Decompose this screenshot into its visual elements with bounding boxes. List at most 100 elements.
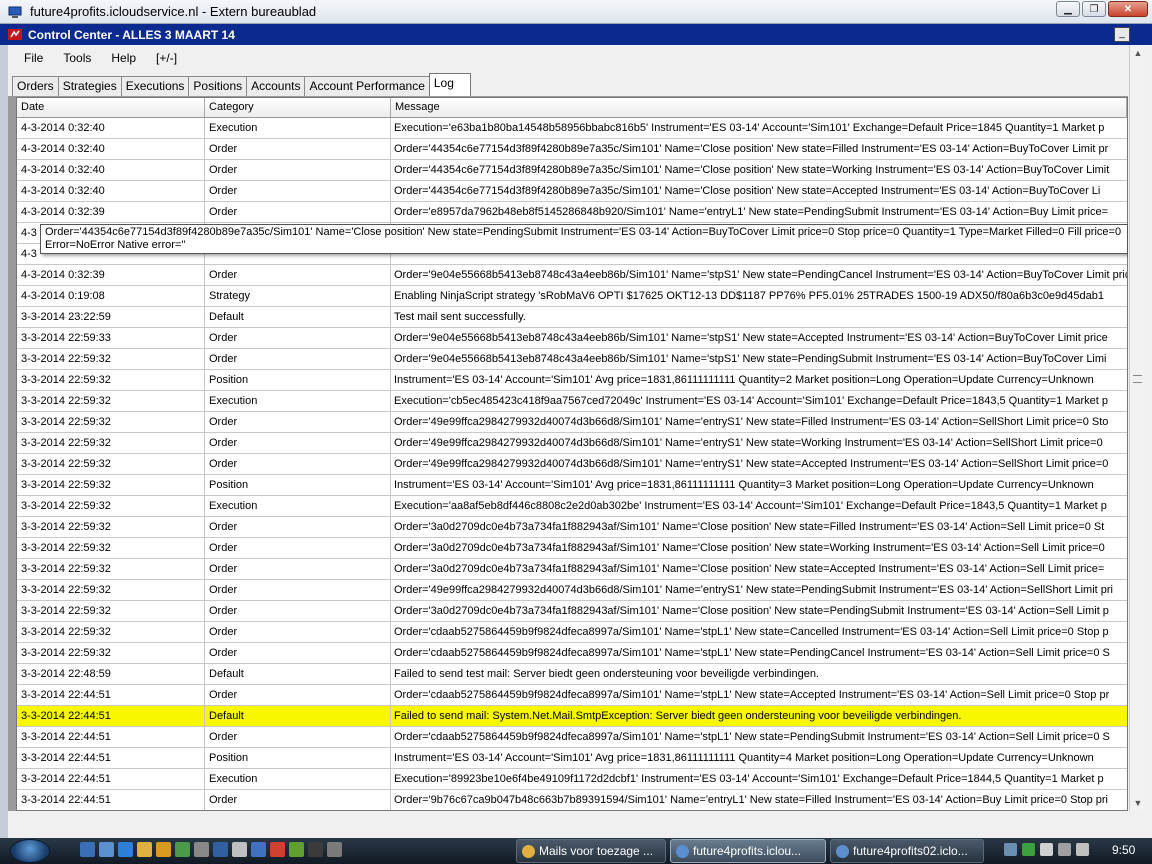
- volume-icon[interactable]: [1076, 843, 1089, 856]
- cell-category: Default: [205, 706, 391, 726]
- chart-icon[interactable]: [213, 842, 228, 857]
- media-icon[interactable]: [156, 842, 171, 857]
- table-row[interactable]: 3-3-2014 22:44:51 Execution Execution='899…: [17, 769, 1127, 790]
- table-row[interactable]: 3-3-2014 22:59:32 Order Order='9e04e55668b…: [17, 349, 1127, 370]
- scroll-grip-icon[interactable]: [1133, 375, 1142, 383]
- app5-icon[interactable]: [327, 842, 342, 857]
- cell-message: Order='9e04e55668b5413eb8748c43a4eeb86b/…: [394, 269, 1127, 281]
- cell-message: Order='49e99ffca2984279932d40074d3b66d8/…: [394, 437, 1103, 449]
- table-row[interactable]: 3-3-2014 22:59:32 Order Order='3a0d2709dc0…: [17, 538, 1127, 559]
- cell-message: Order='3a0d2709dc0e4b73a734fa1f882943af/…: [394, 521, 1105, 533]
- cell-date: 3-3-2014 22:59:32: [17, 391, 205, 411]
- table-row[interactable]: 3-3-2014 22:48:59 Default Failed to send t…: [17, 664, 1127, 685]
- table-row[interactable]: 3-3-2014 22:59:32 Position Instrument='ES …: [17, 370, 1127, 391]
- cell-message: Instrument='ES 03-14' Account='Sim101' A…: [394, 374, 1094, 386]
- table-row[interactable]: 3-3-2014 22:59:32 Order Order='49e99ffca29…: [17, 433, 1127, 454]
- cell-category: Order: [205, 202, 391, 222]
- remote-desktop-icon: [676, 845, 689, 858]
- window-left-border: [0, 24, 8, 838]
- cell-date: 3-3-2014 22:59:32: [17, 412, 205, 432]
- cell-message: Order='44354c6e77154d3f89f4280b89e7a35c/…: [394, 164, 1110, 176]
- table-row[interactable]: 3-3-2014 22:44:51 Position Instrument='ES …: [17, 748, 1127, 769]
- scroll-up-icon[interactable]: ▲: [1130, 45, 1146, 61]
- remote-desktop-icon[interactable]: [80, 842, 95, 857]
- table-row[interactable]: 3-3-2014 22:59:32 Order Order='3a0d2709dc0…: [17, 559, 1127, 580]
- table-row[interactable]: 3-3-2014 22:59:32 Order Order='cdaab527586…: [17, 643, 1127, 664]
- tab-account-performance[interactable]: Account Performance: [304, 76, 430, 96]
- tab-log[interactable]: Log: [428, 73, 471, 96]
- security-icon[interactable]: [1022, 843, 1035, 856]
- cell-date: 4-3-2014 0:32:39: [17, 202, 205, 222]
- table-row[interactable]: 3-3-2014 22:59:32 Order Order='49e99ffca29…: [17, 412, 1127, 433]
- taskbar-chrome-mail[interactable]: Mails voor toezage ...: [516, 839, 666, 863]
- start-button[interactable]: [10, 839, 50, 863]
- cell-category: Execution: [205, 496, 391, 516]
- cell-date: 3-3-2014 22:59:33: [17, 328, 205, 348]
- internet-explorer-icon[interactable]: [118, 842, 133, 857]
- minimize-button[interactable]: ▁: [1056, 1, 1080, 17]
- app2-icon[interactable]: [270, 842, 285, 857]
- table-row[interactable]: 3-3-2014 22:59:32 Execution Execution='aa8…: [17, 496, 1127, 517]
- usb-icon[interactable]: [1058, 843, 1071, 856]
- tab-positions[interactable]: Positions: [188, 76, 248, 96]
- taskbar-rdp-1[interactable]: future4profits.iclou...: [670, 839, 826, 863]
- column-header-category[interactable]: Category: [205, 98, 391, 117]
- menu-toggle[interactable]: [+/-]: [146, 51, 187, 65]
- maximize-button[interactable]: ❐: [1082, 1, 1106, 17]
- tool-icon[interactable]: [232, 842, 247, 857]
- show-desktop-icon[interactable]: [99, 842, 114, 857]
- table-row[interactable]: 3-3-2014 23:22:59 Default Test mail sent s…: [17, 307, 1127, 328]
- cell-date: 3-3-2014 22:59:32: [17, 475, 205, 495]
- scroll-down-icon[interactable]: ▼: [1130, 795, 1146, 811]
- tab-orders[interactable]: Orders: [12, 76, 59, 96]
- table-row[interactable]: 3-3-2014 22:44:51 Order Order='cdaab527586…: [17, 685, 1127, 706]
- table-row[interactable]: 3-3-2014 22:59:32 Order Order='3a0d2709dc0…: [17, 517, 1127, 538]
- cell-message: Execution='e63ba1b80ba14548b58956bbabc81…: [394, 122, 1105, 134]
- menu-help[interactable]: Help: [101, 51, 146, 65]
- window-minimize-button[interactable]: _: [1114, 27, 1130, 42]
- menu-tools[interactable]: Tools: [53, 51, 101, 65]
- word-icon[interactable]: [251, 842, 266, 857]
- tab-executions[interactable]: Executions: [120, 76, 190, 96]
- cell-message: Order='3a0d2709dc0e4b73a734fa1f882943af/…: [394, 605, 1109, 617]
- cell-message: Failed to send test mail: Server biedt g…: [394, 668, 819, 680]
- table-row[interactable]: 4-3-2014 0:32:39 Order Order='9e04e55668b5…: [17, 265, 1127, 286]
- table-row[interactable]: 3-3-2014 22:44:51 Default Failed to send m…: [17, 706, 1127, 727]
- table-row[interactable]: 3-3-2014 22:44:51 Order Order='cdaab527586…: [17, 727, 1127, 748]
- cell-category: Order: [205, 181, 391, 201]
- column-header-message[interactable]: Message: [391, 98, 1127, 117]
- tab-accounts[interactable]: Accounts: [246, 76, 306, 96]
- app-icon[interactable]: [175, 842, 190, 857]
- folder-icon[interactable]: [194, 842, 209, 857]
- cell-message: Order='49e99ffca2984279932d40074d3b66d8/…: [394, 584, 1113, 596]
- table-row[interactable]: 4-3-2014 0:32:40 Order Order='44354c6e7715…: [17, 160, 1127, 181]
- table-row[interactable]: 3-3-2014 22:59:32 Order Order='cdaab527586…: [17, 622, 1127, 643]
- chrome-icon[interactable]: [137, 842, 152, 857]
- table-row[interactable]: 3-3-2014 22:59:32 Execution Execution='cb5…: [17, 391, 1127, 412]
- app4-icon[interactable]: [308, 842, 323, 857]
- table-row[interactable]: 4-3-2014 0:32:40 Execution Execution='e63b…: [17, 118, 1127, 139]
- menu-file[interactable]: File: [14, 51, 53, 65]
- remote-desktop-icon: [836, 845, 849, 858]
- bluetooth-icon[interactable]: [1004, 843, 1017, 856]
- table-row[interactable]: 3-3-2014 22:44:51 Order Order='9b76c67ca9b…: [17, 790, 1127, 810]
- column-header-date[interactable]: Date: [17, 98, 205, 117]
- table-row[interactable]: 3-3-2014 22:59:32 Position Instrument='ES …: [17, 475, 1127, 496]
- clock[interactable]: 9:50: [1112, 843, 1135, 857]
- tab-strategies[interactable]: Strategies: [57, 76, 122, 96]
- app3-icon[interactable]: [289, 842, 304, 857]
- table-row[interactable]: 4-3-2014 0:32:40 Order Order='44354c6e7715…: [17, 181, 1127, 202]
- cell-category: Order: [205, 265, 391, 285]
- network-icon[interactable]: [1040, 843, 1053, 856]
- taskbar-rdp-2[interactable]: future4profits02.iclo...: [830, 839, 984, 863]
- table-row[interactable]: 3-3-2014 22:59:32 Order Order='49e99ffca29…: [17, 454, 1127, 475]
- table-row[interactable]: 4-3-2014 0:32:40 Order Order='44354c6e7715…: [17, 139, 1127, 160]
- table-row[interactable]: 3-3-2014 22:59:33 Order Order='9e04e55668b…: [17, 328, 1127, 349]
- table-row[interactable]: 3-3-2014 22:59:32 Order Order='3a0d2709dc0…: [17, 601, 1127, 622]
- vertical-scrollbar[interactable]: ▲ ▼: [1129, 45, 1145, 811]
- table-row[interactable]: 3-3-2014 22:59:32 Order Order='49e99ffca29…: [17, 580, 1127, 601]
- table-row[interactable]: 4-3-2014 0:32:39 Order Order='e8957da7962b…: [17, 202, 1127, 223]
- table-row[interactable]: 4-3-2014 0:19:08 Strategy Enabling NinjaSc…: [17, 286, 1127, 307]
- close-button[interactable]: ✕: [1108, 1, 1148, 17]
- quick-launch: [80, 842, 342, 857]
